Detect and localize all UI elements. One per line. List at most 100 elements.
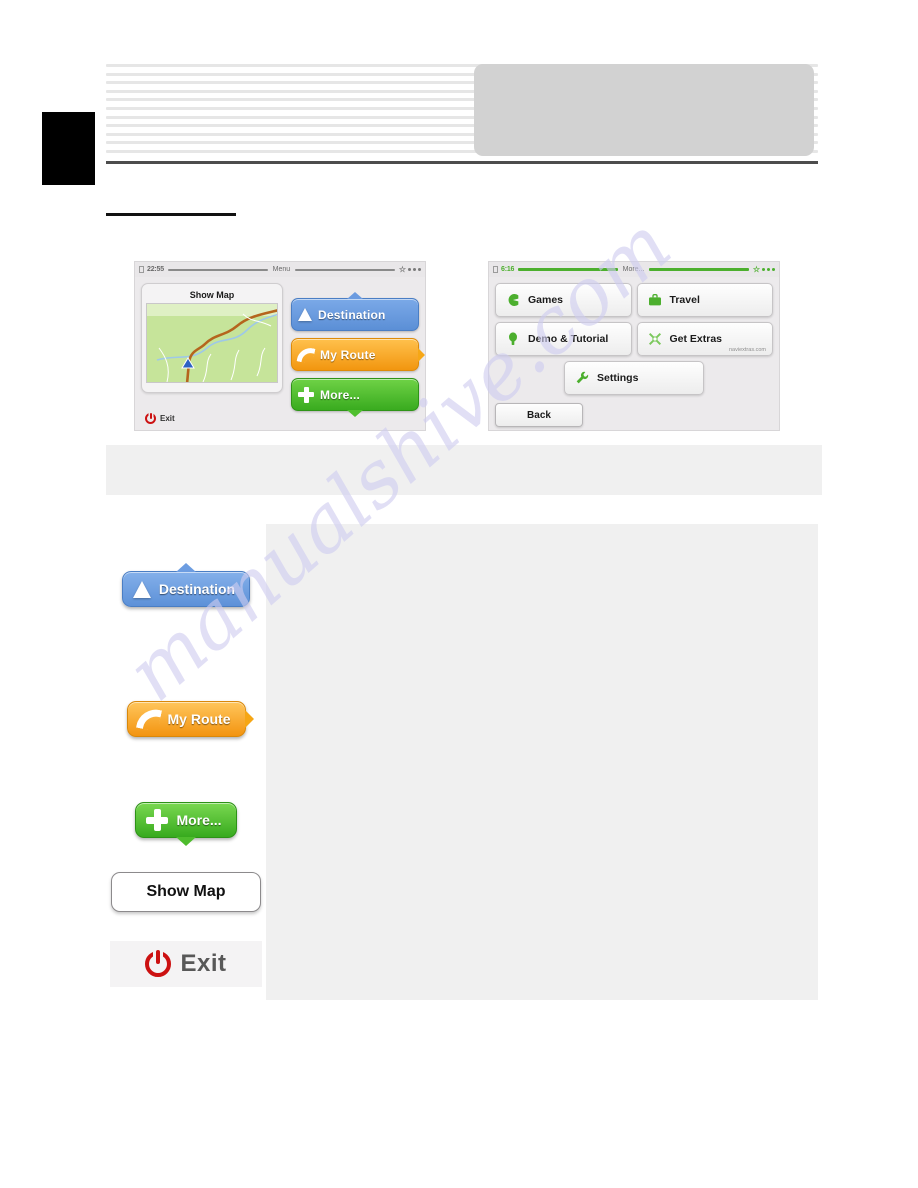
table-cell-description xyxy=(266,856,818,928)
nub-marker-bottom-icon xyxy=(176,837,196,846)
my-route-label: My Route xyxy=(320,347,376,362)
games-icon xyxy=(508,294,519,306)
plus-icon xyxy=(298,386,314,403)
signal-dot-icon xyxy=(767,268,770,271)
signal-dot-icon xyxy=(762,268,765,271)
statusbar-time: 22:55 xyxy=(147,266,164,273)
section-heading-rule xyxy=(106,213,236,216)
back-button[interactable]: Back xyxy=(495,403,583,427)
tile-travel[interactable]: Travel xyxy=(636,283,773,317)
gps-status-icon xyxy=(772,268,775,271)
table-cell-button-image: Exit xyxy=(106,928,266,1000)
nub-marker-bottom-icon xyxy=(347,410,363,417)
my-route-button[interactable]: My Route xyxy=(291,338,425,371)
statusbar-title: More... xyxy=(622,266,645,273)
route-curve-icon xyxy=(296,345,316,364)
page-edge-marker xyxy=(42,112,95,185)
gps-status-icon xyxy=(418,268,421,271)
battery-icon xyxy=(493,266,498,273)
destination-label: Destination xyxy=(318,307,386,322)
tile-games[interactable]: Games xyxy=(495,283,632,317)
statusbar-left: 22:55 Menu ☆ xyxy=(135,262,425,277)
statusbar-bar-right xyxy=(649,268,749,271)
statusbar-icons: ☆ xyxy=(398,264,421,274)
menu-right-column: Destination My Route More... xyxy=(287,283,425,426)
tile-label: Demo & Tutorial xyxy=(528,333,609,345)
my-route-button-illustration[interactable]: My Route xyxy=(126,701,254,737)
nub-marker-top-icon xyxy=(175,563,196,572)
device-screenshot-menu: 22:55 Menu ☆ Show Map Exit Destination M… xyxy=(134,261,426,431)
table-row: My Route xyxy=(106,654,818,784)
header-divider xyxy=(106,161,818,164)
more-screen-body: Games Travel Demo & Tutorial Get Extras … xyxy=(489,277,779,430)
note-box xyxy=(106,445,822,495)
exit-label: Exit xyxy=(160,414,175,423)
signal-dot-icon xyxy=(408,268,411,271)
table-cell-description xyxy=(266,654,818,784)
settings-label: Settings xyxy=(597,372,639,384)
more-button[interactable]: More... xyxy=(291,378,419,417)
more-tiles-grid: Games Travel Demo & Tutorial Get Extras … xyxy=(495,283,773,356)
tile-label: Get Extras xyxy=(669,333,723,345)
arrow-up-icon xyxy=(132,580,151,598)
tile-settings[interactable]: Settings xyxy=(564,361,704,395)
button-reference-table: Destination My Route More... Show Map Ex… xyxy=(106,524,818,1000)
menu-screen-body: Show Map Exit Destination My Route More.… xyxy=(135,277,425,430)
route-curve-icon xyxy=(135,705,162,733)
wrench-icon xyxy=(576,371,589,384)
plus-icon xyxy=(146,809,169,831)
table-row: Exit xyxy=(106,928,818,1000)
suitcase-icon xyxy=(648,294,661,306)
button-label: More... xyxy=(176,812,222,828)
device-screenshot-more: 6:16 More... ☆ Games Travel Demo & Tutor… xyxy=(488,261,780,431)
destination-button-illustration[interactable]: Destination xyxy=(121,563,251,607)
table-cell-button-image: My Route xyxy=(106,654,266,784)
exit-button[interactable]: Exit xyxy=(145,413,175,424)
bulb-icon xyxy=(509,332,517,345)
statusbar-right: 6:16 More... ☆ xyxy=(489,262,779,277)
extras-icon xyxy=(648,332,661,346)
satellite-icon: ☆ xyxy=(398,264,406,274)
statusbar-bar-left xyxy=(167,268,268,271)
statusbar-bar-left xyxy=(518,268,618,271)
arrow-up-icon xyxy=(298,308,312,321)
statusbar-time: 6:16 xyxy=(501,266,515,273)
destination-button[interactable]: Destination xyxy=(291,292,419,331)
satellite-icon: ☆ xyxy=(752,264,760,274)
power-icon xyxy=(145,951,172,977)
signal-dot-icon xyxy=(413,268,416,271)
tile-get-extras[interactable]: Get Extras naviextras.com xyxy=(636,322,773,356)
table-row: Show Map xyxy=(106,856,818,928)
more-button-illustration[interactable]: More... xyxy=(135,802,237,846)
statusbar-icons: ☆ xyxy=(752,264,775,274)
button-label: My Route xyxy=(167,711,231,727)
table-cell-description xyxy=(266,928,818,1000)
button-label: Destination xyxy=(158,581,236,597)
statusbar-bar-right xyxy=(295,268,395,271)
nub-marker-right-icon xyxy=(418,347,425,362)
table-cell-description xyxy=(266,784,818,856)
table-cell-button-image: More... xyxy=(106,784,266,856)
show-map-panel[interactable]: Show Map xyxy=(141,283,283,393)
show-map-button-illustration[interactable]: Show Map xyxy=(111,872,261,912)
tile-demo-tutorial[interactable]: Demo & Tutorial xyxy=(495,322,632,356)
tile-label: Games xyxy=(528,294,564,306)
nub-marker-right-icon xyxy=(244,710,254,728)
power-icon xyxy=(145,413,156,424)
document-page: 22:55 Menu ☆ Show Map Exit Destination M… xyxy=(0,0,918,1188)
tile-label: Travel xyxy=(669,294,700,306)
table-cell-button-image: Show Map xyxy=(106,856,266,928)
more-label: More... xyxy=(320,387,361,402)
show-map-label: Show Map xyxy=(189,290,235,300)
table-cell-button-image: Destination xyxy=(106,524,266,654)
table-row: Destination xyxy=(106,524,818,654)
statusbar-title: Menu xyxy=(272,266,291,273)
nub-marker-top-icon xyxy=(347,292,363,299)
map-thumbnail[interactable] xyxy=(146,303,278,383)
table-row: More... xyxy=(106,784,818,856)
button-label: Exit xyxy=(180,950,227,977)
menu-left-column: Show Map Exit xyxy=(141,283,287,426)
exit-button-illustration[interactable]: Exit xyxy=(110,941,262,987)
header-graybox xyxy=(474,64,814,156)
get-extras-sublabel: naviextras.com xyxy=(729,347,766,353)
